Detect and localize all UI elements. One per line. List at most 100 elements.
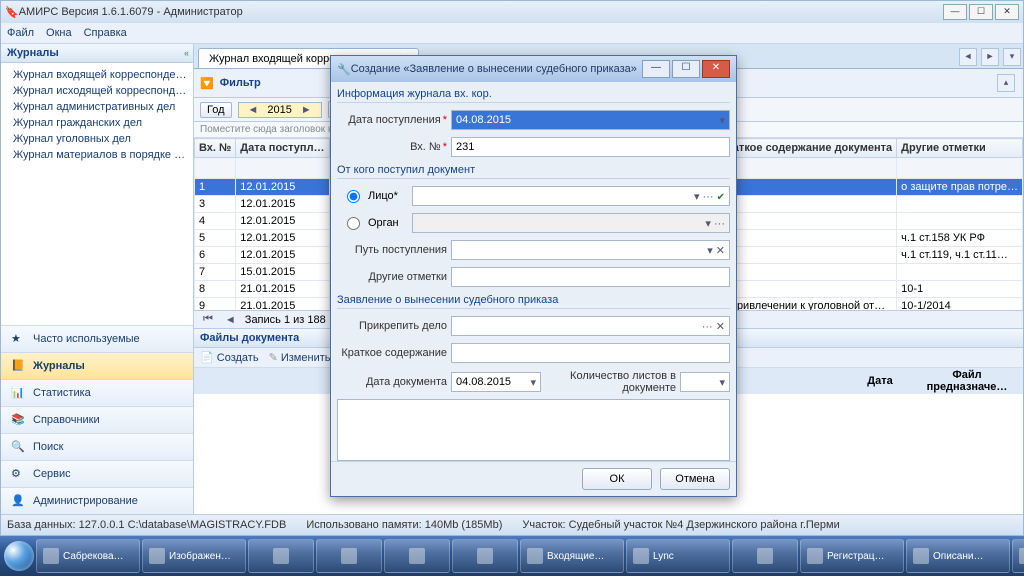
- input-attach[interactable]: ··· ✕: [451, 316, 730, 336]
- dialog-body: Информация журнала вх. кор. Дата поступл…: [331, 82, 736, 461]
- files-col-purpose[interactable]: Файл предназначе…: [911, 368, 1023, 394]
- input-date-received[interactable]: 04.08.2015▾: [451, 110, 730, 130]
- pager-prev[interactable]: ◄: [222, 314, 239, 326]
- group-from: От кого поступил документ: [337, 162, 730, 179]
- taskbar-item[interactable]: Описани…: [906, 539, 1010, 573]
- taskbar-item[interactable]: Входящие…: [520, 539, 624, 573]
- dialog-icon: 🔧: [337, 63, 351, 76]
- nav-refs[interactable]: 📚Справочники: [1, 406, 193, 433]
- minimize-button[interactable]: —: [943, 4, 967, 20]
- files-edit[interactable]: ✎ Изменить: [269, 351, 331, 364]
- radio-person[interactable]: [347, 190, 360, 203]
- col-short[interactable]: Краткое содержание документа: [715, 139, 897, 158]
- app-title: АМИРС Версия 1.6.1.6079 - Администратор: [19, 6, 243, 18]
- filter-collapse[interactable]: ▴: [997, 74, 1015, 92]
- gear-icon: ⚙: [11, 467, 25, 481]
- menu-file[interactable]: Файл: [7, 27, 34, 39]
- textarea-body[interactable]: [337, 399, 730, 461]
- tree-item[interactable]: Журнал административных дел: [3, 99, 191, 115]
- label-attach: Прикрепить дело: [337, 320, 447, 332]
- ok-button[interactable]: ОК: [582, 468, 652, 490]
- taskbar-item[interactable]: [732, 539, 798, 573]
- menu-windows[interactable]: Окна: [46, 27, 72, 39]
- taskbar-item[interactable]: Сабрекова…: [36, 539, 140, 573]
- taskbar-item[interactable]: Lync: [626, 539, 730, 573]
- journal-tree: Журнал входящей корреспонденции Журнал и…: [1, 63, 193, 325]
- books-icon: 📚: [11, 413, 25, 427]
- nav-service[interactable]: ⚙Сервис: [1, 460, 193, 487]
- collapse-icon[interactable]: «: [184, 48, 189, 58]
- input-short[interactable]: [451, 343, 730, 363]
- status-site: Участок: Судебный участок №4 Дзержинског…: [522, 519, 839, 531]
- left-panel: Журналы « Журнал входящей корреспонденци…: [1, 44, 194, 514]
- files-col-date[interactable]: Дата: [849, 368, 911, 394]
- year-next-icon[interactable]: ►: [298, 104, 315, 116]
- filter-icon: 🔽: [200, 77, 214, 90]
- tree-item[interactable]: Журнал гражданских дел: [3, 115, 191, 131]
- taskbar-item[interactable]: Изображен…: [142, 539, 246, 573]
- input-pages[interactable]: ▾: [680, 372, 730, 392]
- nav-search[interactable]: 🔍Поиск: [1, 433, 193, 460]
- tab-scroll-right[interactable]: ►: [981, 48, 999, 66]
- year-selector[interactable]: ◄ 2015 ►: [238, 102, 322, 118]
- input-person[interactable]: ▾ ···: [412, 186, 730, 206]
- dialog-maximize[interactable]: ☐: [672, 60, 700, 78]
- taskbar-item[interactable]: Регистрац…: [800, 539, 904, 573]
- tree-item[interactable]: Журнал уголовных дел: [3, 131, 191, 147]
- menubar: Файл Окна Справка: [1, 23, 1023, 44]
- row-org: Орган ▾ ···: [347, 213, 730, 233]
- tab-scroll-left[interactable]: ◄: [959, 48, 977, 66]
- group-journal-info: Информация журнала вх. кор.: [337, 86, 730, 103]
- pager-first[interactable]: ⏮: [200, 313, 216, 326]
- close-button[interactable]: ✕: [995, 4, 1019, 20]
- nav-favorites[interactable]: ★Часто используемые: [1, 325, 193, 352]
- taskbar-item[interactable]: [452, 539, 518, 573]
- input-marks[interactable]: [451, 267, 730, 287]
- taskbar-item[interactable]: [316, 539, 382, 573]
- tab-menu[interactable]: ▾: [1003, 48, 1021, 66]
- label-short: Краткое содержание: [337, 347, 447, 359]
- year-button[interactable]: Год: [200, 102, 232, 118]
- status-mem: Использовано памяти: 140Mb (185Mb): [306, 519, 502, 531]
- journals-header[interactable]: Журналы «: [1, 44, 193, 63]
- nav-admin[interactable]: 👤Администрирование: [1, 487, 193, 514]
- dialog-minimize[interactable]: —: [642, 60, 670, 78]
- radio-org[interactable]: [347, 217, 360, 230]
- tree-item[interactable]: Журнал материалов в порядке исполнения р…: [3, 147, 191, 163]
- taskbar-item[interactable]: [384, 539, 450, 573]
- search-icon: 🔍: [11, 440, 25, 454]
- user-icon: 👤: [11, 494, 25, 508]
- dialog-titlebar[interactable]: 🔧 Создание «Заявление о вынесении судебн…: [331, 56, 736, 82]
- maximize-button[interactable]: ☐: [969, 4, 993, 20]
- col-date[interactable]: Дата поступл…: [236, 139, 329, 158]
- year-prev-icon[interactable]: ◄: [245, 104, 262, 116]
- nav-journals[interactable]: 📙Журналы: [1, 352, 193, 379]
- menu-help[interactable]: Справка: [84, 27, 127, 39]
- input-doc-date[interactable]: 04.08.2015▾: [451, 372, 541, 392]
- chart-icon: 📊: [11, 386, 25, 400]
- label-org: Орган: [368, 217, 408, 229]
- row-person: Лицо* ▾ ···: [347, 186, 730, 206]
- taskbar-item[interactable]: Документы: [1012, 539, 1024, 573]
- dialog-footer: ОК Отмена: [331, 461, 736, 496]
- tree-item[interactable]: Журнал входящей корреспонденции: [3, 67, 191, 83]
- files-create[interactable]: 📄 Создать: [200, 351, 259, 364]
- taskbar-item[interactable]: [248, 539, 314, 573]
- filter-label[interactable]: Фильтр: [220, 77, 261, 89]
- tree-item[interactable]: Журнал исходящей корреспонденции: [3, 83, 191, 99]
- col-other[interactable]: Другие отметки: [897, 139, 1023, 158]
- dropdown-icon[interactable]: ▾: [719, 114, 725, 127]
- create-dialog: 🔧 Создание «Заявление о вынесении судебн…: [330, 55, 737, 497]
- input-incoming-num[interactable]: 231: [451, 137, 730, 157]
- start-button[interactable]: [4, 536, 34, 576]
- status-db: База данных: 127.0.0.1 C:\database\MAGIS…: [7, 519, 286, 531]
- nav-groups: ★Часто используемые 📙Журналы 📊Статистика…: [1, 325, 193, 514]
- dialog-close[interactable]: ✕: [702, 60, 730, 78]
- cancel-button[interactable]: Отмена: [660, 468, 730, 490]
- input-path[interactable]: ▾ ✕: [451, 240, 730, 260]
- col-num[interactable]: Вх. №: [195, 139, 236, 158]
- nav-stats[interactable]: 📊Статистика: [1, 379, 193, 406]
- statusbar: База данных: 127.0.0.1 C:\database\MAGIS…: [1, 514, 1023, 535]
- dialog-title: Создание «Заявление о вынесении судебног…: [351, 63, 637, 75]
- titlebar: 🔖 АМИРС Версия 1.6.1.6079 - Администрато…: [1, 1, 1023, 23]
